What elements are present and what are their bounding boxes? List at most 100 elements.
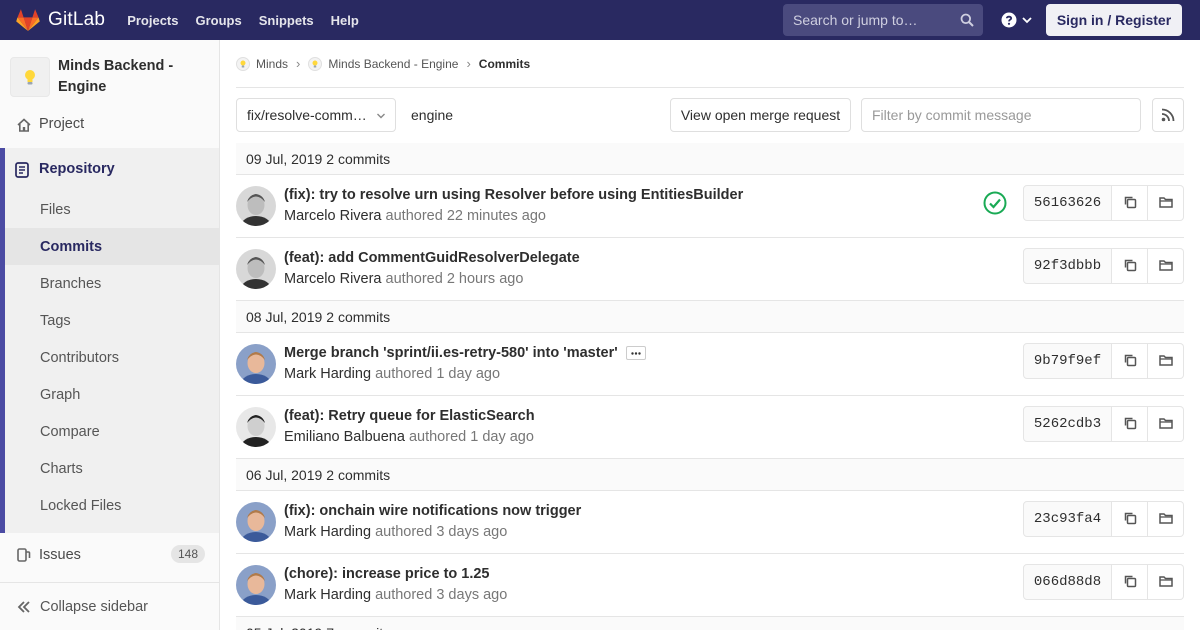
commit-title[interactable]: (fix): try to resolve urn using Resolver… (284, 187, 743, 203)
toggle-description-button[interactable] (625, 346, 646, 361)
main-content: Minds › Minds Backend - Engine › Commits… (236, 40, 1184, 630)
day-date: 05 Jul, 2019 (246, 625, 322, 630)
branch-selector[interactable]: fix/resolve-comm… (236, 98, 396, 132)
avatar[interactable] (236, 565, 276, 605)
ellipsis-icon (631, 351, 641, 355)
nav-help[interactable]: Help (331, 13, 359, 28)
commit-sha[interactable]: 5262cdb3 (1023, 406, 1112, 442)
commit-time: 3 days ago (436, 587, 508, 603)
commit-author[interactable]: Mark Harding (284, 366, 371, 382)
day-date: 06 Jul, 2019 (246, 466, 323, 483)
repository-icon (15, 162, 29, 178)
sidebar-item-compare[interactable]: Compare (5, 413, 219, 450)
question-circle-icon (1001, 12, 1017, 28)
commit-authored-label: authored (375, 524, 433, 540)
help-dropdown[interactable] (1001, 12, 1033, 28)
day-header: 05 Jul, 2019 7 commits (236, 617, 1184, 630)
browse-files-button[interactable] (1148, 185, 1184, 221)
sidebar-group-repository: Repository Files Commits Branches Tags C… (0, 148, 219, 533)
commit-sha[interactable]: 23c93fa4 (1023, 501, 1112, 537)
sidebar-item-issues[interactable]: Issues 148 (0, 545, 219, 565)
pipeline-status[interactable] (983, 191, 1007, 218)
sidebar-item-contributors[interactable]: Contributors (5, 339, 219, 376)
commit-sha-group: 9b79f9ef (1023, 343, 1184, 379)
commit-time: 3 days ago (436, 524, 508, 540)
sidebar-item-tags[interactable]: Tags (5, 302, 219, 339)
commit-author[interactable]: Marcelo Rivera (284, 208, 382, 224)
commit-author[interactable]: Marcelo Rivera (284, 271, 382, 287)
avatar[interactable] (236, 407, 276, 447)
commit-author[interactable]: Mark Harding (284, 587, 371, 603)
copy-icon (1123, 353, 1137, 370)
commit-title[interactable]: (fix): onchain wire notifications now tr… (284, 503, 581, 519)
sidebar-item-graph[interactable]: Graph (5, 376, 219, 413)
browse-files-button[interactable] (1148, 248, 1184, 284)
filter-commit-input[interactable] (861, 98, 1141, 132)
copy-sha-button[interactable] (1112, 501, 1148, 537)
sidebar-item-repository[interactable]: Repository (39, 161, 115, 177)
avatar[interactable] (236, 502, 276, 542)
logo-text: GitLab (48, 9, 106, 30)
breadcrumb-label: Minds Backend - Engine (328, 56, 459, 71)
commit-sha[interactable]: 9b79f9ef (1023, 343, 1112, 379)
commit-title[interactable]: (feat): add CommentGuidResolverDelegate (284, 250, 580, 266)
commit-time: 22 minutes ago (446, 208, 546, 224)
copy-sha-button[interactable] (1112, 185, 1148, 221)
rss-button[interactable] (1152, 98, 1184, 132)
nav-projects[interactable]: Projects (127, 13, 178, 28)
copy-sha-button[interactable] (1112, 564, 1148, 600)
avatar[interactable] (236, 249, 276, 289)
avatar[interactable] (236, 344, 276, 384)
browse-files-button[interactable] (1148, 343, 1184, 379)
copy-sha-button[interactable] (1112, 406, 1148, 442)
copy-icon (1123, 416, 1137, 433)
commit-author[interactable]: Emiliano Balbuena (284, 429, 405, 445)
commit-title[interactable]: (chore): increase price to 1.25 (284, 566, 490, 582)
commit-title-row: (fix): try to resolve urn using Resolver… (284, 187, 743, 203)
copy-sha-button[interactable] (1112, 343, 1148, 379)
day-commit-count: 7 commits (326, 625, 390, 630)
avatar[interactable] (236, 186, 276, 226)
commit-authored-label: authored (375, 366, 433, 382)
nav-snippets[interactable]: Snippets (259, 13, 314, 28)
sidebar-item-charts[interactable]: Charts (5, 450, 219, 487)
top-navbar: GitLab Projects Groups Snippets Help Sig… (0, 0, 1200, 40)
commit-title[interactable]: (feat): Retry queue for ElasticSearch (284, 408, 535, 424)
commit-title[interactable]: Merge branch 'sprint/ii.es-retry-580' in… (284, 345, 618, 361)
breadcrumb-item-project[interactable]: Minds Backend - Engine (308, 56, 459, 71)
commit-author[interactable]: Mark Harding (284, 524, 371, 540)
browse-files-button[interactable] (1148, 501, 1184, 537)
collapse-sidebar-label: Collapse sidebar (40, 598, 149, 615)
commit-row: (fix): onchain wire notifications now tr… (236, 491, 1184, 554)
copy-sha-button[interactable] (1112, 248, 1148, 284)
nav-groups[interactable]: Groups (196, 13, 242, 28)
commit-meta: Marcelo Rivera authored 2 hours ago (284, 271, 523, 287)
nav-links: Projects Groups Snippets Help (127, 13, 376, 28)
search-input[interactable] (793, 12, 953, 28)
sidebar-item-project[interactable]: Project (0, 114, 219, 134)
sidebar-item-branches[interactable]: Branches (5, 265, 219, 302)
commit-sha[interactable]: 066d88d8 (1023, 564, 1112, 600)
collapse-sidebar-button[interactable]: Collapse sidebar (0, 582, 219, 630)
sidebar-item-locked-files[interactable]: Locked Files (5, 487, 219, 524)
browse-files-button[interactable] (1148, 406, 1184, 442)
day-date: 08 Jul, 2019 (246, 308, 323, 325)
commit-title-row: (fix): onchain wire notifications now tr… (284, 503, 581, 519)
gitlab-fox-icon (16, 9, 40, 31)
day-commit-count: 2 commits (326, 466, 391, 483)
commits-toolbar: fix/resolve-comm… engine View open merge… (236, 88, 1184, 143)
sidebar-item-commits[interactable]: Commits (5, 228, 219, 265)
breadcrumb-item-minds[interactable]: Minds (236, 56, 288, 71)
project-header[interactable]: Minds Backend - Engine (0, 40, 219, 104)
commit-sha[interactable]: 56163626 (1023, 185, 1112, 221)
commit-sha[interactable]: 92f3dbbb (1023, 248, 1112, 284)
commit-title-row: (chore): increase price to 1.25 (284, 566, 490, 582)
sidebar-item-files[interactable]: Files (5, 191, 219, 228)
browse-files-button[interactable] (1148, 564, 1184, 600)
search-icon[interactable] (960, 13, 974, 27)
commit-row: (chore): increase price to 1.25 Mark Hard… (236, 554, 1184, 617)
sign-in-button[interactable]: Sign in / Register (1046, 4, 1182, 36)
chevron-right-icon: › (466, 56, 471, 71)
view-merge-request-button[interactable]: View open merge request (670, 98, 851, 132)
gitlab-logo[interactable]: GitLab (16, 0, 105, 40)
